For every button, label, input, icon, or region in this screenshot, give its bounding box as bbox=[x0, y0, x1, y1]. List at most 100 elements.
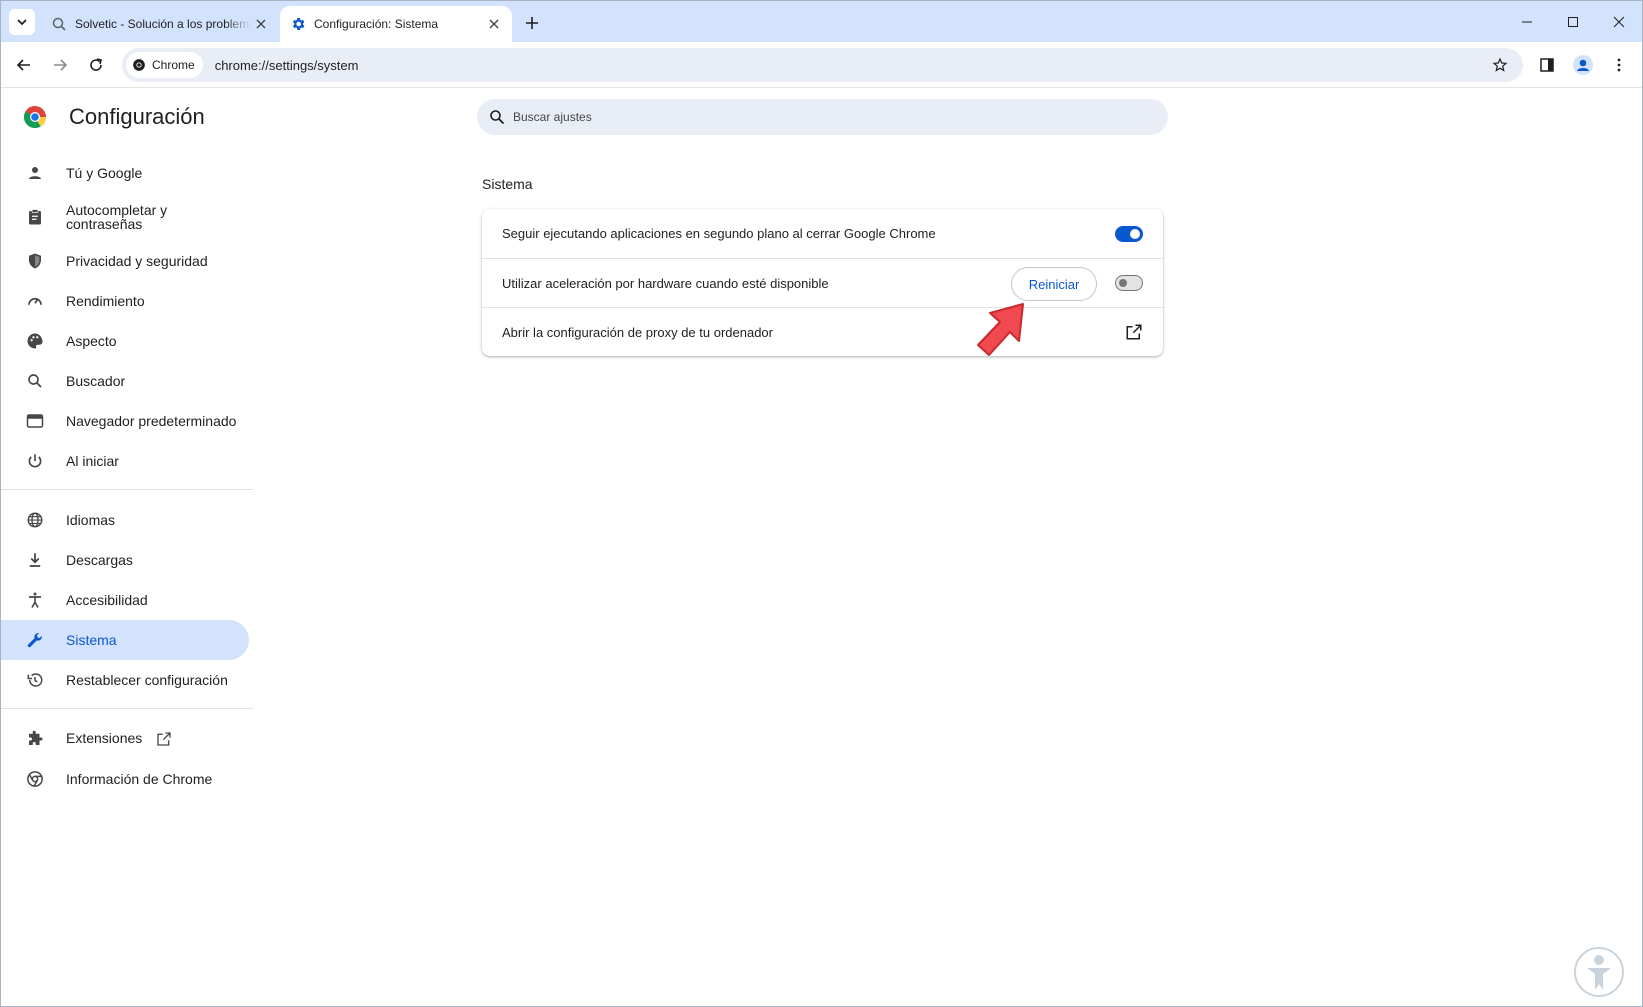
side-panel-icon bbox=[1540, 58, 1554, 72]
sidebar-item-rendimiento[interactable]: Rendimiento bbox=[1, 281, 249, 321]
reload-icon bbox=[90, 58, 102, 71]
setting-row-background-apps: Seguir ejecutando aplicaciones en segund… bbox=[482, 209, 1163, 258]
minimize-button[interactable] bbox=[1504, 1, 1550, 42]
side-panel-button[interactable] bbox=[1533, 51, 1561, 79]
tab-search-button[interactable] bbox=[9, 9, 35, 35]
download-icon bbox=[25, 550, 45, 570]
sidebar-item-label: Extensiones bbox=[66, 731, 172, 747]
sidebar-item-sistema[interactable]: Sistema bbox=[1, 620, 249, 660]
sidebar-item-label: Idiomas bbox=[66, 512, 116, 528]
sidebar-item-label: Privacidad y seguridad bbox=[66, 253, 208, 269]
accessibility-icon bbox=[25, 590, 45, 610]
sidebar-item-autocompletar[interactable]: Autocompletar y contraseñas bbox=[1, 193, 249, 241]
sidebar-item-navegador-predeterminado[interactable]: Navegador predeterminado bbox=[1, 401, 249, 441]
close-window-button[interactable] bbox=[1596, 1, 1642, 42]
sidebar-item-label: Buscador bbox=[66, 373, 126, 389]
site-info-chip[interactable]: Chrome bbox=[126, 52, 203, 78]
arrow-right-icon bbox=[54, 59, 68, 71]
globe-icon bbox=[25, 510, 45, 530]
sidebar-item-tu-y-google[interactable]: Tú y Google bbox=[1, 153, 249, 193]
minimize-icon bbox=[1522, 21, 1532, 22]
sidebar-item-extensiones[interactable]: Extensiones bbox=[1, 719, 249, 759]
power-icon bbox=[25, 451, 45, 471]
puzzle-icon bbox=[25, 729, 45, 749]
sidebar-item-al-iniciar[interactable]: Al iniciar bbox=[1, 441, 249, 481]
setting-label: Utilizar aceleración por hardware cuando… bbox=[502, 275, 829, 291]
sidebar-item-privacidad[interactable]: Privacidad y seguridad bbox=[1, 241, 249, 281]
setting-label: Seguir ejecutando aplicaciones en segund… bbox=[502, 226, 936, 241]
page-title: Configuración bbox=[69, 104, 205, 129]
tab-title: Solvetic - Solución a los problemas bbox=[75, 17, 251, 31]
sidebar-divider bbox=[1, 708, 253, 709]
hardware-acceleration-toggle[interactable] bbox=[1115, 275, 1143, 291]
reload-button[interactable] bbox=[82, 51, 110, 79]
sidebar-item-accesibilidad[interactable]: Accesibilidad bbox=[1, 580, 249, 620]
section-title: Sistema bbox=[482, 176, 533, 192]
sidebar-item-label: Sistema bbox=[66, 632, 117, 648]
tab-title: Configuración: Sistema bbox=[314, 17, 439, 31]
sidebar-item-buscador[interactable]: Buscador bbox=[1, 361, 249, 401]
gear-icon bbox=[290, 16, 306, 32]
more-vert-icon bbox=[1617, 58, 1621, 72]
history-icon bbox=[25, 670, 45, 690]
extensions-label: Extensiones bbox=[66, 729, 143, 746]
close-tab-icon[interactable] bbox=[484, 14, 504, 34]
maximize-icon bbox=[1568, 16, 1578, 27]
search-icon bbox=[25, 371, 45, 391]
settings-search[interactable] bbox=[477, 99, 1168, 135]
open-in-new-icon bbox=[156, 731, 172, 747]
bookmark-star-button[interactable] bbox=[1487, 52, 1513, 78]
chip-label: Chrome bbox=[152, 58, 195, 72]
close-tab-icon[interactable] bbox=[251, 14, 271, 34]
menu-button[interactable] bbox=[1605, 51, 1633, 79]
sidebar-divider bbox=[1, 489, 253, 490]
chrome-icon bbox=[25, 769, 45, 789]
profile-button[interactable] bbox=[1569, 51, 1597, 79]
chevron-down-icon bbox=[17, 19, 27, 26]
tab-solvetic[interactable]: Solvetic - Solución a los problemas bbox=[41, 6, 279, 42]
settings-sidebar: Tú y Google Autocompletar y contraseñas … bbox=[1, 153, 253, 799]
solvetic-watermark-icon bbox=[1574, 947, 1624, 997]
system-settings-card: Seguir ejecutando aplicaciones en segund… bbox=[482, 209, 1163, 356]
speedometer-icon bbox=[25, 291, 45, 311]
toolbar: Chrome chrome://settings/system bbox=[1, 42, 1642, 88]
sidebar-item-restablecer[interactable]: Restablecer configuración bbox=[1, 660, 249, 700]
sidebar-item-label: Información de Chrome bbox=[66, 771, 213, 787]
sidebar-item-label: Restablecer configuración bbox=[66, 672, 228, 688]
chrome-logo-icon bbox=[24, 106, 46, 128]
shield-icon bbox=[25, 251, 45, 271]
sidebar-item-aspecto[interactable]: Aspecto bbox=[1, 321, 249, 361]
tab-configuracion-sistema[interactable]: Configuración: Sistema bbox=[280, 6, 512, 42]
setting-row-proxy[interactable]: Abrir la configuración de proxy de tu or… bbox=[482, 307, 1163, 356]
avatar-icon bbox=[1573, 55, 1593, 75]
maximize-button[interactable] bbox=[1550, 1, 1596, 42]
star-icon bbox=[1492, 57, 1508, 72]
sidebar-item-label: Tú y Google bbox=[66, 165, 143, 181]
sidebar-item-label: Navegador predeterminado bbox=[66, 413, 237, 429]
back-button[interactable] bbox=[10, 51, 38, 79]
restart-button[interactable]: Reiniciar bbox=[1011, 267, 1097, 301]
background-apps-toggle[interactable] bbox=[1115, 225, 1143, 242]
omnibox[interactable]: Chrome chrome://settings/system bbox=[122, 48, 1523, 82]
sidebar-item-label: Al iniciar bbox=[66, 453, 119, 469]
search-icon bbox=[489, 108, 507, 126]
annotation-arrow-icon bbox=[977, 303, 1024, 356]
chrome-icon bbox=[133, 59, 145, 71]
sidebar-item-idiomas[interactable]: Idiomas bbox=[1, 500, 249, 540]
palette-icon bbox=[25, 331, 45, 351]
browser-window: Solvetic - Solución a los problemas Conf… bbox=[0, 0, 1643, 1007]
plus-icon bbox=[526, 17, 538, 29]
sidebar-item-label: Accesibilidad bbox=[66, 592, 148, 608]
sidebar-item-label: Rendimiento bbox=[66, 293, 145, 309]
sidebar-item-informacion-chrome[interactable]: Información de Chrome bbox=[1, 759, 249, 799]
clipboard-icon bbox=[25, 207, 45, 227]
sidebar-item-descargas[interactable]: Descargas bbox=[1, 540, 249, 580]
open-in-new-icon[interactable] bbox=[1123, 321, 1145, 343]
forward-button[interactable] bbox=[46, 51, 74, 79]
url-text[interactable]: chrome://settings/system bbox=[215, 58, 359, 73]
search-input[interactable] bbox=[513, 110, 1113, 124]
sidebar-item-label: Autocompletar y contraseñas bbox=[66, 202, 168, 232]
setting-row-hardware-acceleration: Utilizar aceleración por hardware cuando… bbox=[482, 258, 1163, 307]
arrow-left-icon bbox=[16, 59, 30, 71]
new-tab-button[interactable] bbox=[519, 10, 545, 36]
